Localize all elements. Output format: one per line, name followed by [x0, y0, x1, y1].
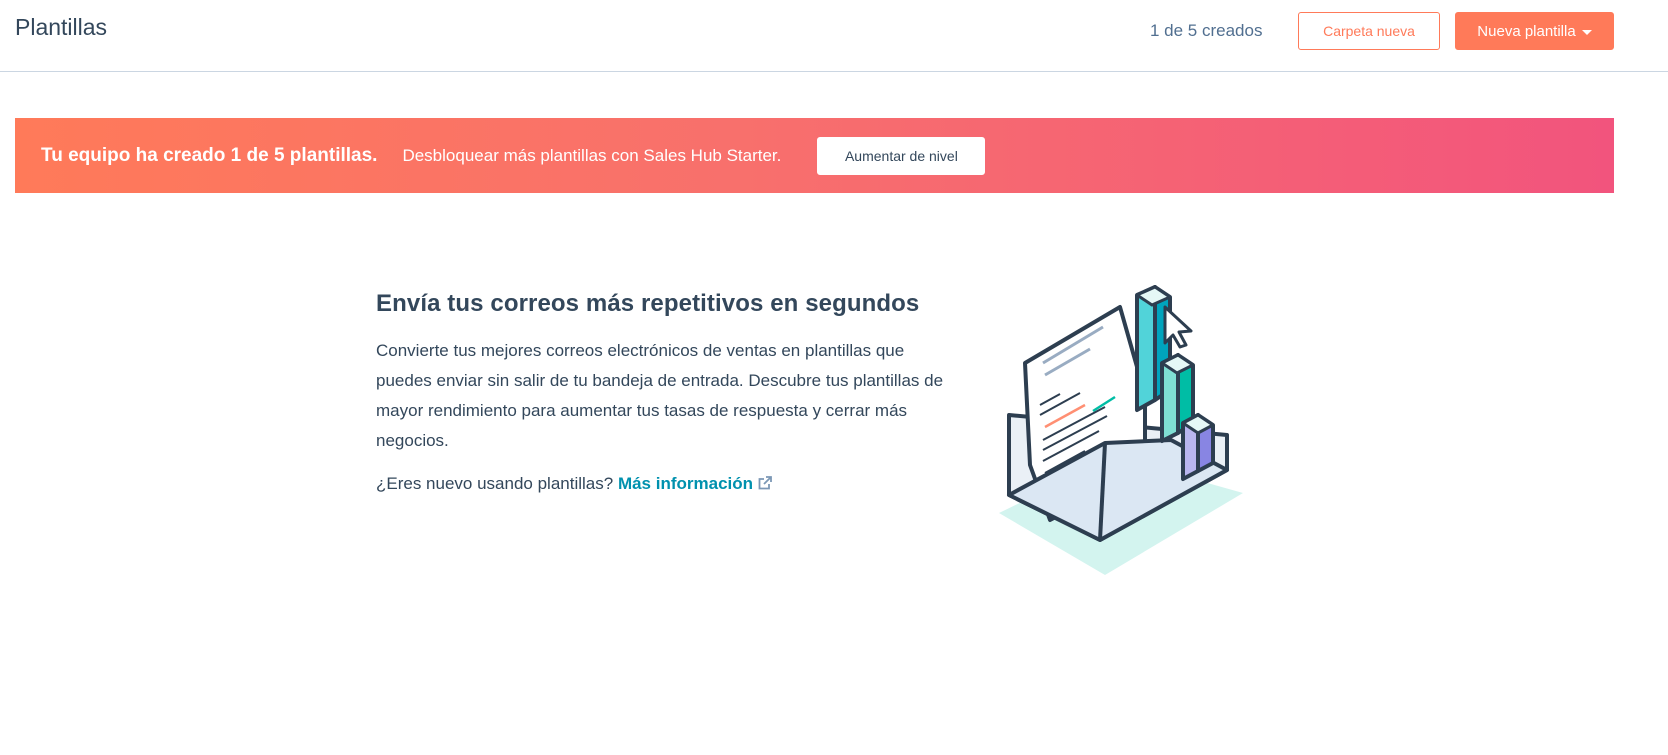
banner-usage-text: Tu equipo ha creado 1 de 5 plantillas.: [41, 144, 378, 166]
learn-more-prefix: ¿Eres nuevo usando plantillas?: [376, 474, 614, 493]
created-count: 1 de 5 creados: [1150, 21, 1263, 40]
learn-more-line: ¿Eres nuevo usando plantillas? Más infor…: [376, 474, 946, 494]
empty-state: Envía tus correos más repetitivos en seg…: [376, 290, 946, 494]
banner-upsell-text: Desbloquear más plantillas con Sales Hub…: [402, 145, 782, 165]
new-folder-button[interactable]: Carpeta nueva: [1298, 12, 1440, 50]
page-title: Plantillas: [15, 14, 108, 40]
new-template-label: Nueva plantilla: [1477, 22, 1576, 40]
external-link-icon: [758, 476, 772, 490]
empty-state-description: Convierte tus mejores correos electrónic…: [376, 341, 944, 450]
learn-more-label: Más información: [617, 474, 754, 493]
new-template-button[interactable]: Nueva plantilla: [1455, 12, 1614, 50]
envelope-chart-illustration: [999, 285, 1243, 575]
upgrade-banner: Tu equipo ha creado 1 de 5 plantillas. D…: [15, 118, 1614, 193]
upgrade-button[interactable]: Aumentar de nivel: [817, 136, 986, 175]
empty-state-heading: Envía tus correos más repetitivos en seg…: [376, 290, 920, 317]
learn-more-link[interactable]: Más información: [618, 474, 773, 493]
caret-down-icon: [1581, 29, 1592, 35]
page-header: Plantillas 1 de 5 creados Carpeta nueva …: [0, 0, 1668, 72]
